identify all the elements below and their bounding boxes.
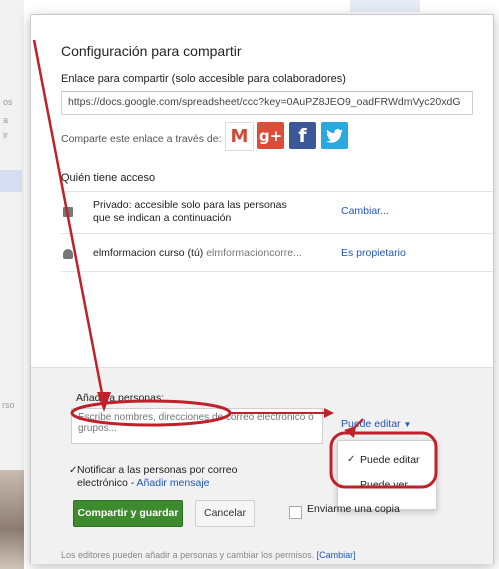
owner-role-link[interactable]: Es propietario <box>341 247 406 259</box>
share-and-save-button[interactable]: Compartir y guardar <box>73 500 183 527</box>
chevron-down-icon: ▼ <box>403 420 412 429</box>
twitter-bird-icon <box>326 128 343 143</box>
access-row-privacy: Privado: accesible solo para las persona… <box>93 199 287 225</box>
owner-name: elmformacion curso (tú) <box>93 247 204 259</box>
add-people-label: Añadir a personas: <box>76 392 165 404</box>
access-row-owner: elmformacion curso (tú) elmformacioncorr… <box>93 247 302 260</box>
person-icon <box>63 249 73 259</box>
google-plus-icon[interactable]: g+ <box>257 122 284 149</box>
notify-option: Notificar a las personas por correo elec… <box>77 464 238 490</box>
share-link-input[interactable] <box>62 92 472 112</box>
change-privacy-link[interactable]: Cambiar... <box>341 205 389 217</box>
cancel-button[interactable]: Cancelar <box>195 500 255 527</box>
background-text: rso <box>2 400 15 410</box>
add-message-link[interactable]: Añadir mensaje <box>137 477 210 489</box>
background-text: ir <box>3 130 8 140</box>
twitter-icon[interactable] <box>321 122 348 149</box>
send-copy-checkbox[interactable] <box>289 506 302 519</box>
share-link-label: Enlace para compartir (solo accesible pa… <box>61 73 346 85</box>
dialog-footer: Los editores pueden añadir a personas y … <box>61 550 356 560</box>
dialog-title: Configuración para compartir <box>61 43 242 59</box>
gmail-icon[interactable]: M <box>225 122 254 151</box>
footer-text: Los editores pueden añadir a personas y … <box>61 550 315 560</box>
notify-label-2: electrónico - Añadir mensaje <box>77 477 238 490</box>
add-people-input[interactable] <box>72 409 320 443</box>
add-people-field[interactable] <box>71 408 323 444</box>
facebook-icon[interactable]: f <box>289 122 316 149</box>
background-block <box>0 170 22 192</box>
privacy-line2: que se indican a continuación <box>93 212 232 224</box>
background-image <box>0 470 24 569</box>
share-link-field[interactable] <box>61 91 473 115</box>
menu-option-can-view[interactable]: Puede ver <box>360 479 408 491</box>
notify-label-tail: electrónico - <box>77 477 135 489</box>
privacy-line1: Privado: accesible solo para las persona… <box>93 199 287 211</box>
who-has-access-heading: Quién tiene acceso <box>61 172 156 184</box>
lock-icon <box>63 207 73 217</box>
divider <box>61 271 493 272</box>
divider <box>61 233 493 234</box>
share-via-label: Comparte este enlace a través de: <box>61 133 222 145</box>
footer-change-link[interactable]: [Cambiar] <box>317 550 356 560</box>
permission-dropdown[interactable]: Puede editar ▼ <box>337 415 415 433</box>
check-icon: ✓ <box>347 454 356 465</box>
background-tab <box>350 0 420 12</box>
share-settings-dialog: Configuración para compartir Enlace para… <box>30 14 494 564</box>
send-copy-label: Enviarme una copia <box>307 503 400 515</box>
background-text: os <box>3 97 13 107</box>
permission-menu: ✓ Puede editar Puede ver <box>337 440 437 510</box>
permission-dropdown-label: Puede editar <box>341 418 401 430</box>
notify-label: Notificar a las personas por correo <box>77 464 238 476</box>
owner-email: elmformacioncorre... <box>206 247 302 259</box>
divider <box>61 191 493 192</box>
menu-option-can-edit[interactable]: Puede editar <box>360 454 420 466</box>
background-text: a <box>3 115 9 125</box>
